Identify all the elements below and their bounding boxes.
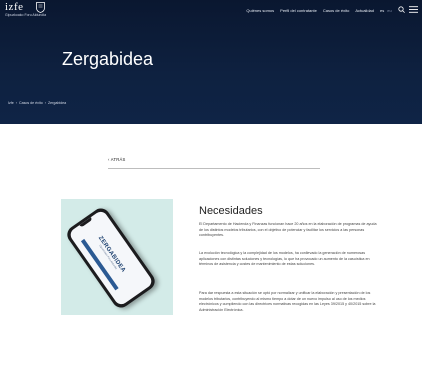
section-heading: Necesidades xyxy=(199,205,263,217)
back-link[interactable]: ‹ ATRÁS xyxy=(108,157,125,162)
breadcrumb-item-casos[interactable]: Casos de éxito xyxy=(19,101,43,105)
language-switcher: es eu xyxy=(380,8,392,13)
breadcrumb-item-home[interactable]: Izfe xyxy=(8,101,14,105)
breadcrumb-item-current: Zergabidea xyxy=(47,101,67,105)
nav-item-perfil-contratante[interactable]: Perfil del contratante xyxy=(280,8,317,13)
nav-item-casos-exito[interactable]: Casos de éxito xyxy=(323,8,349,13)
phone-notch xyxy=(79,217,93,228)
logo-subtitle: Gipuzkoako Foru Aldundia xyxy=(5,13,47,17)
breadcrumb-separator: › xyxy=(15,101,17,105)
top-navigation: Quiénes somos Perfil del contratante Cas… xyxy=(246,8,374,13)
search-icon[interactable] xyxy=(398,6,405,13)
paragraph: Para dar respuesta a esta situación se o… xyxy=(199,291,376,312)
chevron-left-icon: ‹ xyxy=(108,157,110,162)
nav-item-quienes-somos[interactable]: Quiénes somos xyxy=(246,8,274,13)
divider xyxy=(108,168,320,169)
shield-icon xyxy=(36,2,45,13)
paragraph: La evolución tecnológica y la complejida… xyxy=(199,251,370,267)
nav-item-actualidad[interactable]: Actualidad xyxy=(355,8,374,13)
language-eu[interactable]: eu xyxy=(387,8,391,13)
page-title: Zergabidea xyxy=(62,49,154,69)
breadcrumb-separator: › xyxy=(44,101,46,105)
paragraph: El Departamento de Hacienda y Finanzas f… xyxy=(199,222,377,238)
breadcrumb: Izfe › Casos de éxito › Zergabidea xyxy=(8,101,66,105)
hamburger-menu-icon[interactable] xyxy=(409,6,418,13)
back-link-label: ATRÁS xyxy=(110,157,126,162)
hero-banner: izfe Gipuzkoako Foru Aldundia Quiénes so… xyxy=(0,0,422,124)
language-es[interactable]: es xyxy=(380,8,384,13)
